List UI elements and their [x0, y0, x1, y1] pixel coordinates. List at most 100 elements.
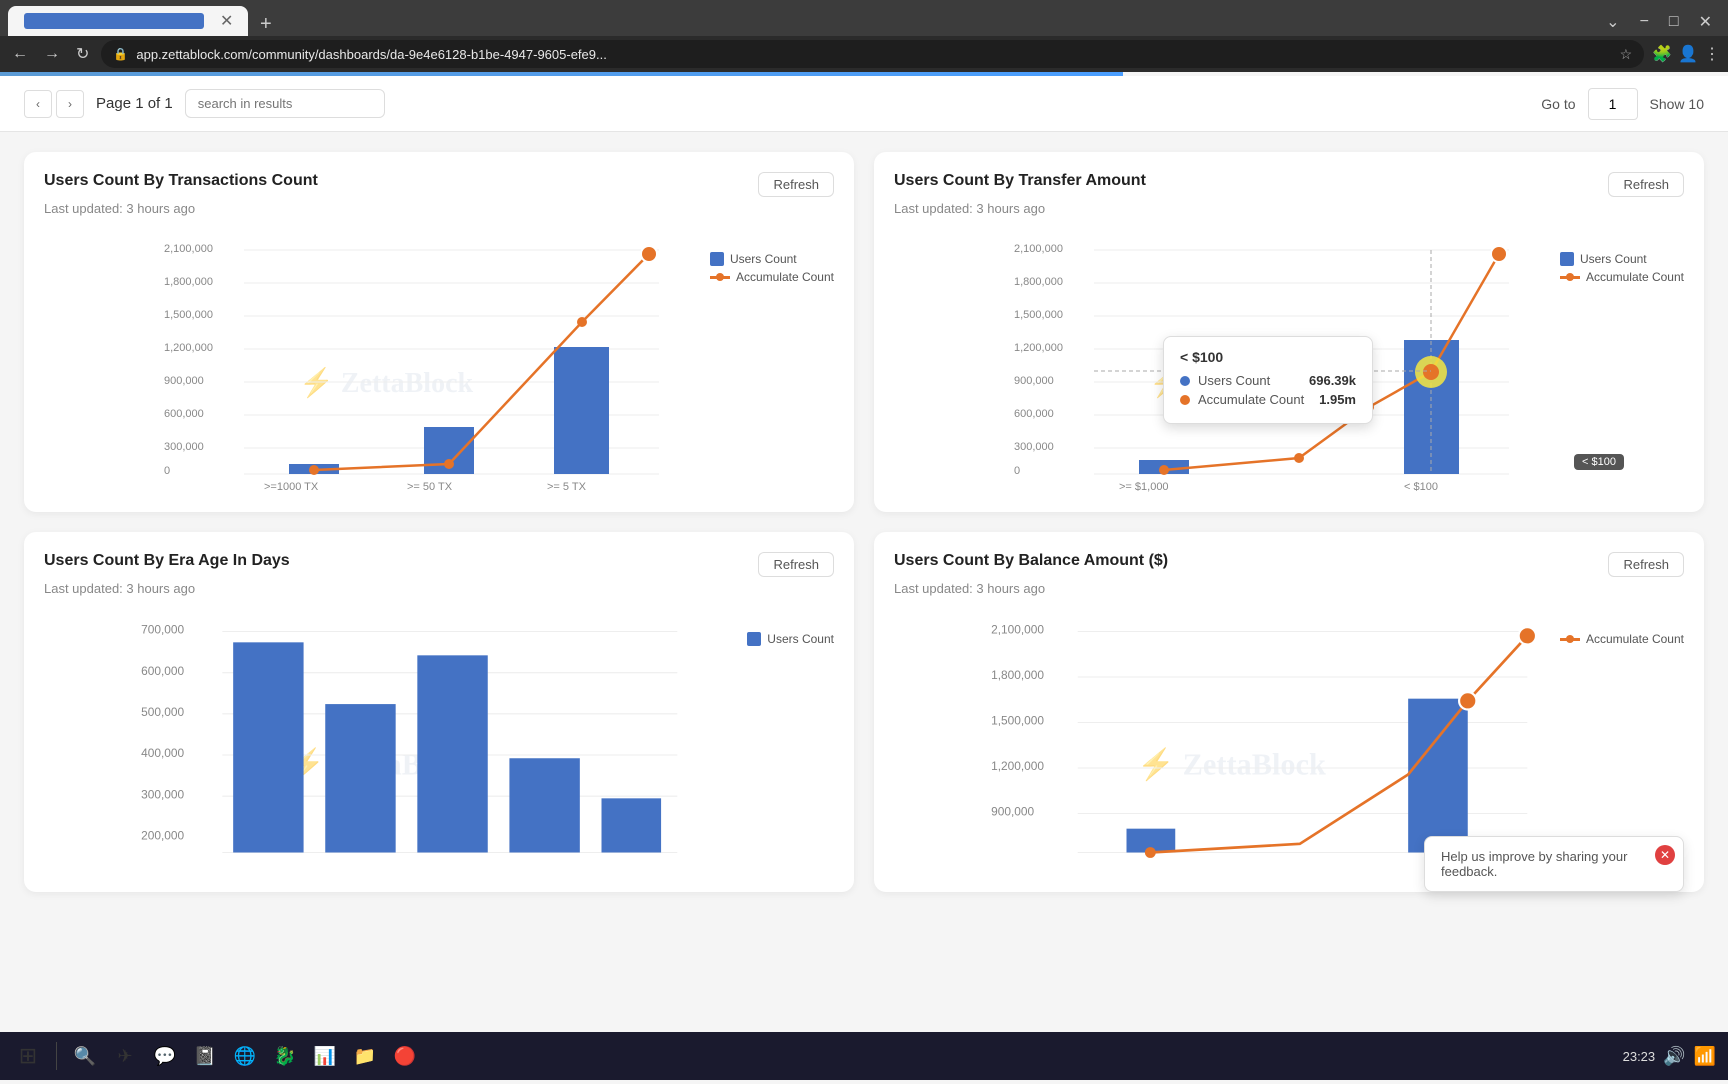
prev-page-button[interactable]: ‹: [24, 90, 52, 118]
card3-svg: ⚡ ZettaBlock 700,000 600,000 500,000 400…: [44, 612, 834, 872]
legend-users-label2: Users Count: [1580, 252, 1647, 266]
bar-era4: [509, 758, 579, 852]
dashboard-grid: Users Count By Transactions Count Refres…: [24, 152, 1704, 892]
taskbar-app1[interactable]: 🐉: [269, 1040, 301, 1072]
tab-list-icon[interactable]: ⌄: [1598, 12, 1627, 32]
legend-accumulate4: Accumulate Count: [1560, 632, 1684, 646]
line-point: [309, 465, 319, 475]
card3-chart: ⚡ ZettaBlock 700,000 600,000 500,000 400…: [44, 612, 834, 872]
profile-icon[interactable]: 👤: [1678, 44, 1698, 64]
x-label: >= 5 TX: [547, 481, 587, 492]
y-label: 1,500,000: [164, 309, 213, 321]
url-bar[interactable]: 🔒 app.zettablock.com/community/dashboard…: [101, 40, 1644, 68]
y-label: 1,500,000: [991, 714, 1044, 728]
page-header-right: Go to Show 10: [1541, 88, 1704, 120]
legend-accumulate: Accumulate Count: [710, 270, 834, 284]
forward-button[interactable]: →: [40, 41, 64, 67]
line-point: [444, 459, 454, 469]
legend-users-count2: Users Count: [1560, 252, 1684, 266]
chart-card-transfer: Users Count By Transfer Amount Refresh L…: [874, 152, 1704, 512]
legend-accumulate-label2: Accumulate Count: [1586, 270, 1684, 284]
tooltip-acc-label: Accumulate Count: [1198, 392, 1311, 407]
taskbar-app3[interactable]: 📁: [349, 1040, 381, 1072]
chrome-icon[interactable]: 🌐: [229, 1040, 261, 1072]
tab-favicon: [24, 13, 204, 29]
browser-tabs: Era User Ranking ✕ + ⌄ − □ ✕: [0, 0, 1728, 36]
taskbar-app2[interactable]: 📊: [309, 1040, 341, 1072]
legend-users-label: Users Count: [730, 252, 797, 266]
menu-icon[interactable]: ⋮: [1704, 44, 1720, 64]
wechat-icon[interactable]: 💬: [149, 1040, 181, 1072]
legend-accumulate-label: Accumulate Count: [736, 270, 834, 284]
pagination-arrows: ‹ ›: [24, 90, 84, 118]
reload-button[interactable]: ↻: [72, 40, 93, 68]
y-label: 1,800,000: [991, 668, 1044, 682]
card3-refresh-button[interactable]: Refresh: [758, 552, 834, 577]
card2-legend: Users Count Accumulate Count: [1560, 252, 1684, 284]
search-taskbar-button[interactable]: 🔍: [69, 1040, 101, 1072]
y-label: 1,800,000: [1014, 276, 1063, 288]
legend-accumulate-label4: Accumulate Count: [1586, 632, 1684, 646]
legend-users-label3: Users Count: [767, 632, 834, 646]
telegram-icon[interactable]: ✈: [109, 1040, 141, 1072]
x-label: >=1000 TX: [264, 481, 319, 492]
url-text: app.zettablock.com/community/dashboards/…: [136, 47, 1611, 62]
line-pt4: [1145, 847, 1156, 858]
card1-header: Users Count By Transactions Count Refres…: [44, 172, 834, 197]
page-header: ‹ › Page 1 of 1 Go to Show 10: [0, 76, 1728, 132]
line-point: [577, 317, 587, 327]
goto-page-input[interactable]: [1588, 88, 1638, 120]
feedback-notification: ✕ Help us improve by sharing your feedba…: [1424, 836, 1684, 892]
legend-blue-icon2: [1560, 252, 1574, 266]
extensions-icon[interactable]: 🧩: [1652, 44, 1672, 64]
tooltip-row-accumulate: Accumulate Count 1.95m: [1180, 392, 1356, 407]
taskbar-wifi-icon: 📶: [1694, 1046, 1716, 1067]
bar-era3: [417, 655, 487, 852]
bookmark-icon[interactable]: ☆: [1620, 46, 1633, 63]
x-label: >= 50 TX: [407, 481, 453, 492]
card1-chart: ⚡ ZettaBlock 2,100,000 1,800,000 1,500,0…: [44, 232, 834, 492]
accumulate-line4: [1150, 636, 1527, 853]
card3-legend: Users Count: [747, 632, 834, 646]
close-window-button[interactable]: ✕: [1691, 12, 1720, 32]
line-endpoint: [641, 246, 657, 262]
y-label: 300,000: [164, 441, 204, 453]
card2-refresh-button[interactable]: Refresh: [1608, 172, 1684, 197]
card4-header: Users Count By Balance Amount ($) Refres…: [894, 552, 1684, 577]
y-label: 600,000: [141, 664, 184, 678]
y-label: 2,100,000: [991, 623, 1044, 637]
active-tab[interactable]: Era User Ranking ✕: [8, 6, 248, 36]
taskbar-app4[interactable]: 🔴: [389, 1040, 421, 1072]
x-label: < $100: [1404, 481, 1438, 492]
maximize-button[interactable]: □: [1661, 13, 1687, 31]
x-label: >= $1,000: [1119, 481, 1169, 492]
card2-chart: ⚡ ZettaBlock 2,100,000 1,800,000 1,500,0…: [894, 232, 1684, 492]
tab-close-button[interactable]: ✕: [220, 11, 233, 31]
taskbar-time: 23:23: [1623, 1049, 1656, 1064]
start-button[interactable]: ⊞: [12, 1040, 44, 1072]
card1-legend: Users Count Accumulate Count: [710, 252, 834, 284]
back-button[interactable]: ←: [8, 41, 32, 67]
card4-refresh-button[interactable]: Refresh: [1608, 552, 1684, 577]
chart-card-era-age: Users Count By Era Age In Days Refresh L…: [24, 532, 854, 892]
chart-card-transactions: Users Count By Transactions Count Refres…: [24, 152, 854, 512]
taskbar-right: 23:23 🔊 📶: [1623, 1046, 1716, 1067]
feedback-close-button[interactable]: ✕: [1655, 845, 1675, 865]
legend-orange-dot-icon2: [1566, 273, 1574, 281]
new-tab-button[interactable]: +: [252, 13, 280, 36]
card3-title: Users Count By Era Age In Days: [44, 552, 290, 570]
legend-orange-dot-icon: [716, 273, 724, 281]
tooltip-users-value: 696.39k: [1309, 373, 1356, 388]
next-page-button[interactable]: ›: [56, 90, 84, 118]
search-input[interactable]: [185, 89, 385, 118]
card4-title: Users Count By Balance Amount ($): [894, 552, 1168, 570]
card1-refresh-button[interactable]: Refresh: [758, 172, 834, 197]
onenote-icon[interactable]: 📓: [189, 1040, 221, 1072]
minimize-button[interactable]: −: [1632, 13, 1657, 31]
watermark4: ⚡ ZettaBlock: [1137, 747, 1326, 783]
legend-accumulate2: Accumulate Count: [1560, 270, 1684, 284]
y-label: 900,000: [1014, 375, 1054, 387]
page-of-label: Page 1 of 1: [96, 95, 173, 112]
card4-chart: ⚡ ZettaBlock 2,100,000 1,800,000 1,500,0…: [894, 612, 1684, 872]
y-label: 500,000: [141, 705, 184, 719]
